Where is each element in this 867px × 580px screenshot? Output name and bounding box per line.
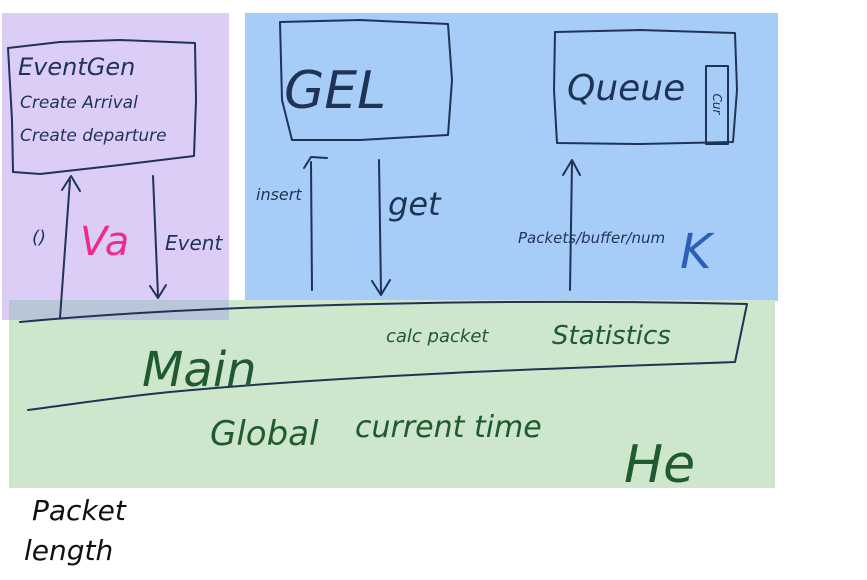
eventgen-line-departure: Create departure (20, 126, 167, 146)
zone-va-label: Va (80, 219, 129, 265)
note-packet: Packet (32, 494, 127, 527)
label-insert: insert (256, 185, 302, 204)
label-get: get (388, 185, 442, 223)
zone-he-label: He (624, 435, 695, 495)
label-paren: () (32, 227, 46, 248)
eventgen-line-arrival: Create Arrival (20, 93, 138, 113)
label-packets: Packets/buffer/num (518, 229, 665, 247)
eventgen-title: EventGen (18, 53, 135, 81)
queue-label: Queue (567, 68, 685, 109)
main-label: Main (142, 342, 257, 398)
cur-label: Cur (710, 94, 724, 116)
gel-label: GEL (284, 61, 386, 121)
zone-k-label: K (680, 224, 715, 280)
note-length: length (24, 534, 113, 567)
main-statistics: Statistics (552, 321, 671, 351)
main-global: Global (210, 414, 319, 454)
calc-text: calc packet (386, 326, 489, 347)
main-calc: calc packet (386, 326, 489, 347)
main-current-time: current time (355, 410, 542, 445)
whiteboard-diagram: EventGen Create Arrival Create departure… (2, 13, 778, 567)
label-event: Event (165, 231, 223, 255)
